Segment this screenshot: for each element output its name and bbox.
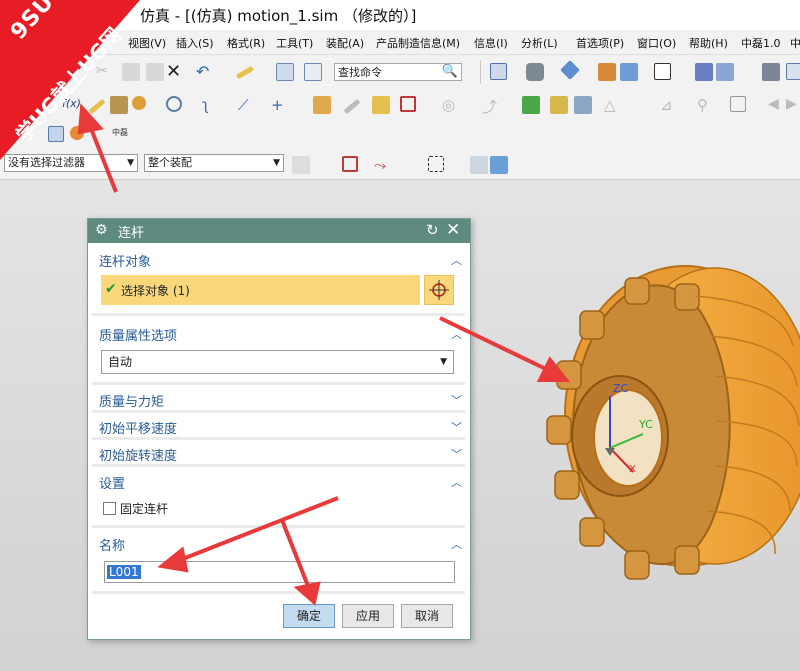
- arrow-to-name-field: [179, 496, 339, 562]
- arrow-head: [157, 546, 189, 573]
- arrow-to-gear: [439, 316, 549, 372]
- arrow-head: [536, 356, 571, 382]
- watermark-badge: 9SUG 学UG就上UG网: [0, 0, 140, 160]
- arrow-to-ok-button: [280, 519, 310, 587]
- arrow-head: [293, 581, 321, 606]
